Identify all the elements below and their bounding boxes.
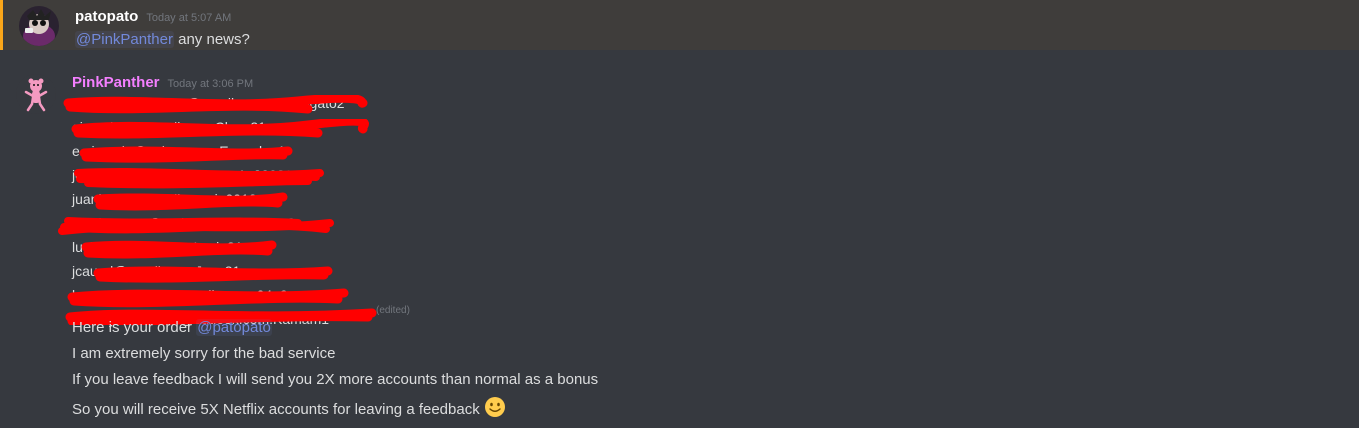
message-text: any news? xyxy=(173,31,250,48)
redaction-scribble xyxy=(58,217,334,235)
redaction-scribble xyxy=(79,146,293,163)
message-line-receive: So you will receive 5X Netflix accounts … xyxy=(72,396,506,424)
timestamp: Today at 5:07 AM xyxy=(146,12,232,24)
message-content: @PinkPanther any news? xyxy=(75,30,250,50)
timestamp: Today at 3:06 PM xyxy=(167,78,254,90)
message-header: patopato Today at 5:07 AM xyxy=(75,8,231,25)
avatar-pinkpanther[interactable] xyxy=(16,74,56,114)
message-text: So you will receive 5X Netflix accounts … xyxy=(72,401,480,418)
redaction-scribble xyxy=(93,192,288,211)
message-line-sorry: I am extremely sorry for the bad service xyxy=(72,345,336,362)
message-group-pinkpanther: PinkPanther Today at 3:06 PM emailaddres… xyxy=(0,68,1359,428)
message-line-feedback: If you leave feedback I will send you 2X… xyxy=(72,371,599,388)
slightly-smiling-face-icon[interactable] xyxy=(484,396,506,424)
message-header: PinkPanther Today at 3:06 PM xyxy=(72,74,253,91)
redaction-scribble xyxy=(74,168,324,189)
avatar-patopato[interactable] xyxy=(19,6,59,46)
edited-label: (edited) xyxy=(376,305,410,316)
redaction-scribble xyxy=(63,95,368,114)
username[interactable]: PinkPanther xyxy=(72,74,160,91)
redaction-scribble xyxy=(93,266,333,283)
redaction-scribble xyxy=(71,119,369,139)
message-mention-highlighted: patopato Today at 5:07 AM @PinkPanther a… xyxy=(0,0,1359,50)
message-text: Here is your order xyxy=(72,319,197,336)
pink-panther-avatar-icon xyxy=(16,74,56,114)
redaction-scribble xyxy=(81,240,277,259)
user-mention[interactable]: @patopato xyxy=(196,319,272,336)
message-line-order: Here is your order @patopato xyxy=(72,318,272,338)
avatar-image xyxy=(19,6,59,46)
username[interactable]: patopato xyxy=(75,8,138,25)
user-mention[interactable]: @PinkPanther xyxy=(75,31,174,48)
